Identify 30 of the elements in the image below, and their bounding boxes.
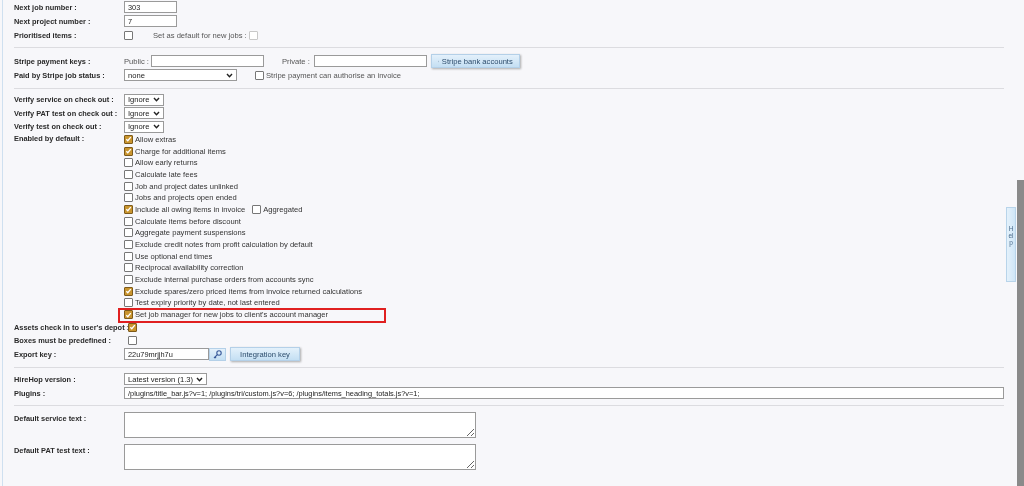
key-button[interactable]	[209, 347, 226, 361]
checkbox[interactable]	[124, 193, 133, 203]
checkbox[interactable]	[124, 134, 133, 144]
checkbox[interactable]	[124, 146, 133, 156]
checkbox[interactable]	[252, 204, 262, 214]
checkbox[interactable]	[124, 181, 133, 191]
checkbox[interactable]	[124, 298, 133, 308]
checkbox[interactable]	[124, 251, 133, 261]
public-key-field[interactable]	[150, 55, 264, 67]
checkbox[interactable]	[124, 169, 133, 179]
private-key-field[interactable]	[313, 55, 427, 67]
caret-icon	[226, 72, 233, 78]
checkbox[interactable]	[128, 336, 137, 346]
text-area[interactable]	[124, 412, 476, 438]
checkbox[interactable]	[124, 275, 133, 285]
checkbox[interactable]	[124, 240, 133, 250]
checkbox[interactable]	[124, 30, 133, 40]
text-area[interactable]	[124, 444, 476, 470]
checkbox[interactable]	[124, 216, 133, 226]
checkbox[interactable]	[124, 286, 133, 296]
checkbox[interactable]	[255, 70, 264, 80]
checkbox[interactable]	[124, 228, 133, 238]
checkbox[interactable]	[124, 158, 133, 168]
checkbox[interactable]	[128, 322, 137, 332]
key-icon	[213, 349, 222, 359]
scrollbar[interactable]	[1017, 180, 1024, 486]
caret-icon	[196, 376, 203, 382]
checkbox[interactable]	[124, 204, 133, 214]
checkbox[interactable]	[124, 310, 133, 320]
checkbox[interactable]	[124, 263, 133, 273]
